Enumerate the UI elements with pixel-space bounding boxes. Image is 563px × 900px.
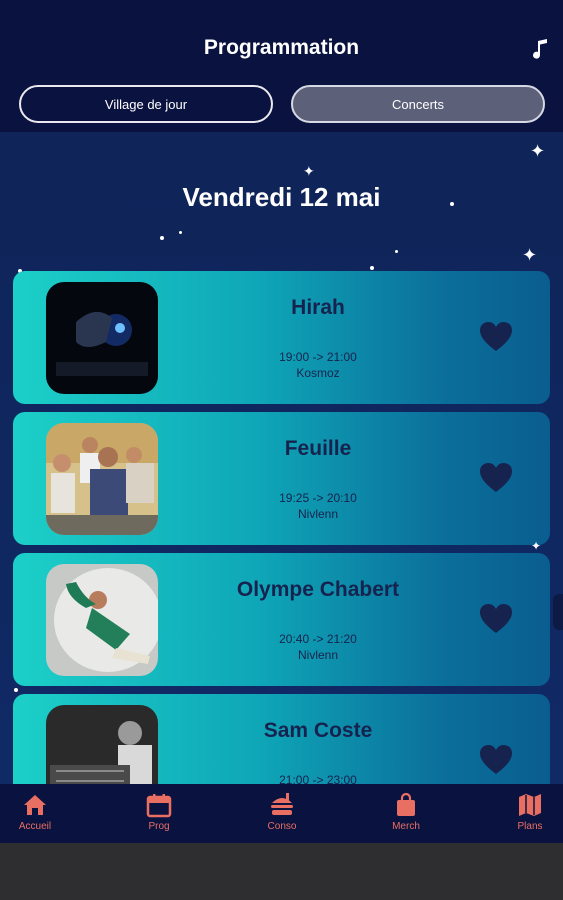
star-dot bbox=[395, 250, 398, 253]
heart-icon[interactable] bbox=[479, 462, 513, 494]
artist-name: Hirah bbox=[291, 296, 345, 319]
shopping-bag-icon bbox=[397, 792, 415, 816]
nav-label: Prog bbox=[148, 821, 170, 832]
artist-photo bbox=[46, 282, 158, 394]
star-dot bbox=[370, 266, 374, 270]
heart-icon[interactable] bbox=[479, 603, 513, 635]
nav-label: Conso bbox=[267, 821, 297, 832]
header: Programmation Village de jour Concerts bbox=[0, 0, 563, 132]
burger-icon bbox=[271, 793, 293, 815]
nav-conso[interactable]: Conso bbox=[242, 792, 322, 840]
artist-photo bbox=[46, 705, 158, 784]
side-handle[interactable] bbox=[553, 594, 563, 630]
day-heading: Vendredi 12 mai bbox=[182, 182, 381, 212]
app-screen: Programmation Village de jour Concerts ✦… bbox=[0, 0, 563, 843]
star-dot bbox=[179, 231, 182, 234]
artist-name: Feuille bbox=[284, 437, 352, 460]
nav-label: Merch bbox=[392, 821, 420, 832]
heart-icon[interactable] bbox=[479, 321, 513, 353]
nav-plans[interactable]: Plans bbox=[490, 792, 563, 840]
home-icon bbox=[24, 795, 46, 815]
calendar-icon bbox=[146, 794, 172, 818]
page-title: Programmation bbox=[203, 36, 360, 59]
sparkle-icon: ✦ bbox=[303, 163, 315, 179]
concert-card[interactable]: Olympe Chabert 20:40 -> 21:20 Nivlenn bbox=[13, 553, 550, 686]
heart-icon[interactable] bbox=[479, 744, 513, 776]
sparkle-icon: ✦ bbox=[522, 245, 538, 265]
artist-name: Sam Coste bbox=[263, 719, 373, 742]
program-list[interactable]: ✦ ✦ ✦ Vendredi 12 mai Hirah 19:00 -> 21:… bbox=[0, 132, 563, 784]
sparkle-icon: ✦ bbox=[531, 539, 542, 553]
concert-time: 19:00 -> 21:00 bbox=[279, 350, 357, 364]
sparkle-icon: ✦ bbox=[530, 141, 546, 161]
nav-prog[interactable]: Prog bbox=[119, 792, 199, 840]
tab-concerts[interactable]: Concerts bbox=[291, 85, 545, 123]
music-note-icon[interactable] bbox=[531, 38, 549, 60]
system-bar-area bbox=[0, 843, 563, 900]
star-dot bbox=[160, 236, 164, 240]
star-dot bbox=[14, 688, 18, 692]
concert-venue: Nivlenn bbox=[297, 648, 339, 662]
concert-venue: Kosmoz bbox=[296, 366, 340, 380]
artist-photo bbox=[46, 564, 158, 676]
concert-card[interactable]: Hirah 19:00 -> 21:00 Kosmoz bbox=[13, 271, 550, 404]
nav-label: Plans bbox=[517, 821, 543, 832]
tab-label: Village de jour bbox=[104, 96, 188, 112]
concert-card[interactable]: Feuille 19:25 -> 20:10 Nivlenn bbox=[13, 412, 550, 545]
concert-time: 21:00 -> 23:00 bbox=[279, 773, 357, 784]
concert-time: 20:40 -> 21:20 bbox=[279, 632, 357, 646]
concert-venue: Nivlenn bbox=[297, 507, 339, 521]
nav-accueil[interactable]: Accueil bbox=[0, 792, 75, 840]
map-icon bbox=[519, 794, 541, 816]
concert-time: 19:25 -> 20:10 bbox=[279, 491, 357, 505]
bottom-navigation: Accueil Prog Conso Merch Plans bbox=[0, 784, 563, 843]
tab-label: Concerts bbox=[391, 96, 445, 112]
nav-label: Accueil bbox=[18, 821, 52, 832]
concert-card[interactable]: Sam Coste 21:00 -> 23:00 bbox=[13, 694, 550, 784]
tab-village-de-jour[interactable]: Village de jour bbox=[19, 85, 273, 123]
artist-name: Olympe Chabert bbox=[236, 578, 400, 601]
nav-merch[interactable]: Merch bbox=[366, 792, 446, 840]
artist-photo bbox=[46, 423, 158, 535]
